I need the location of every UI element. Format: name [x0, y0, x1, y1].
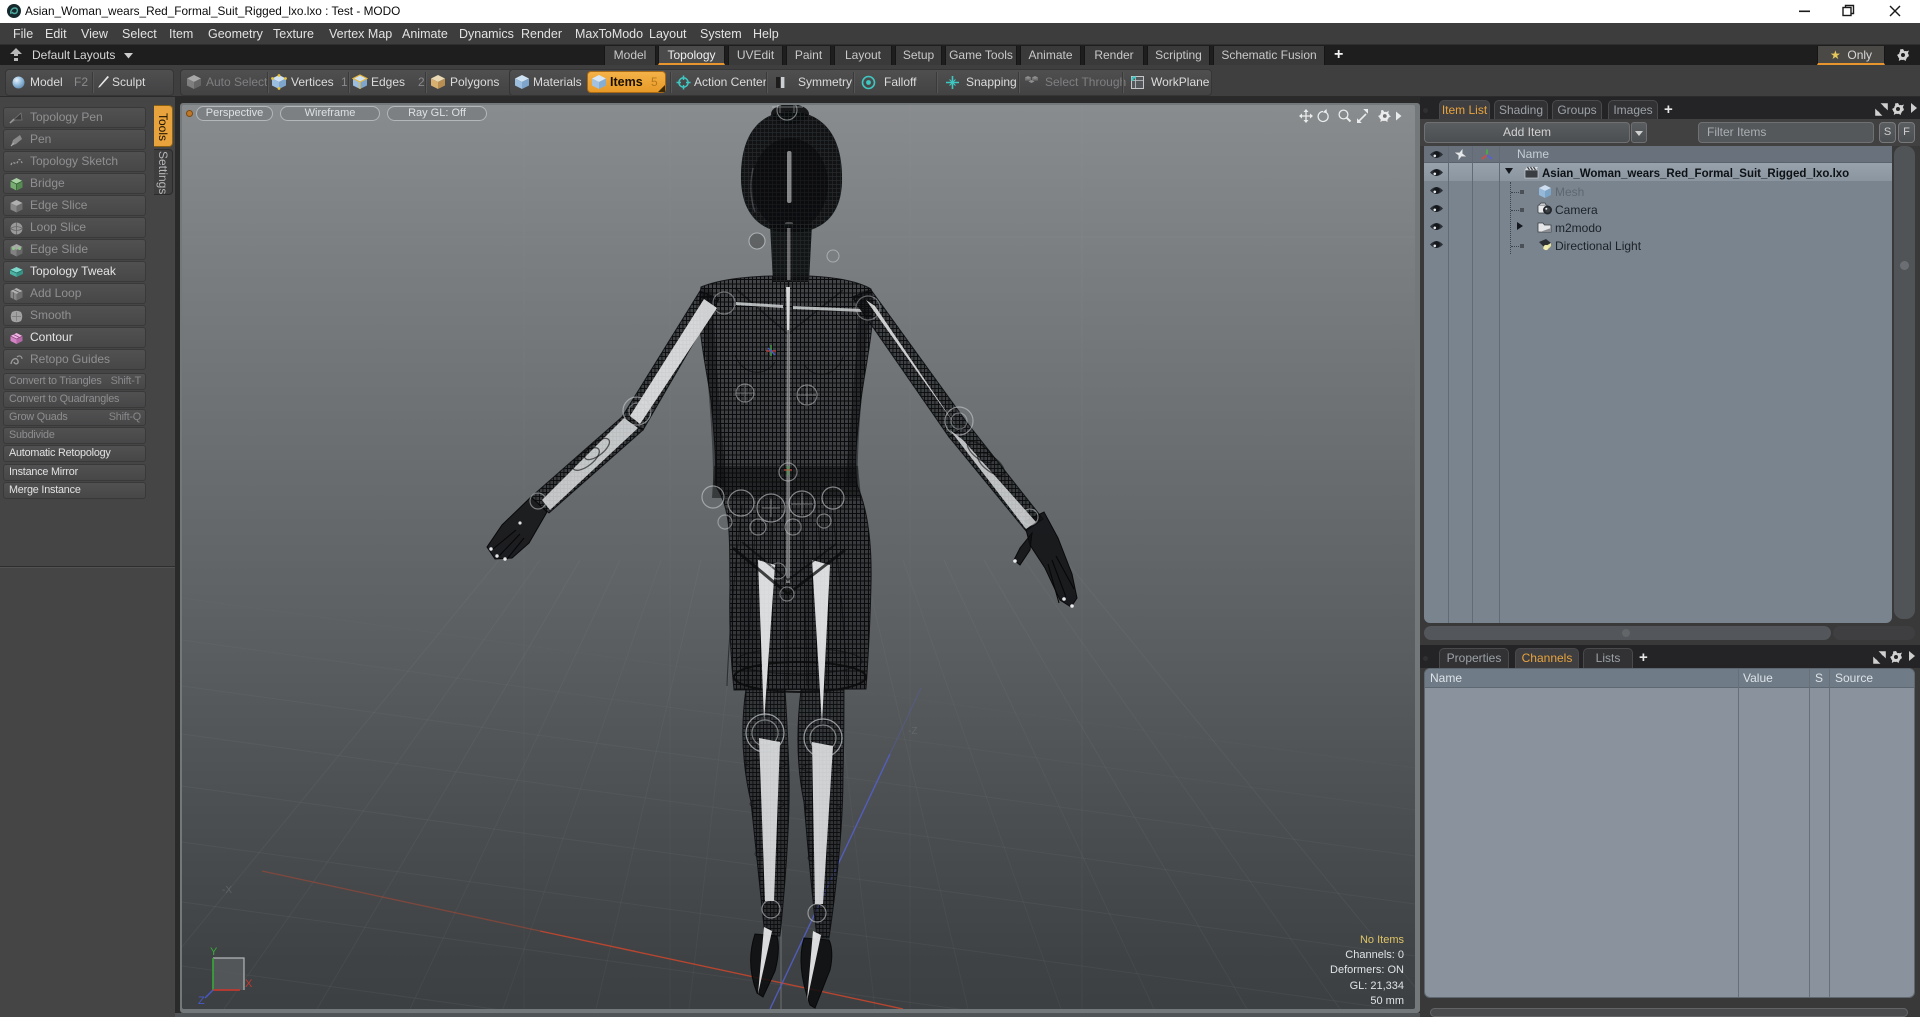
svg-text:-Z: -Z	[908, 726, 917, 737]
svg-text:Y: Y	[210, 946, 218, 958]
svg-text:X: X	[245, 978, 253, 990]
svg-text:Z: Z	[198, 995, 205, 1007]
svg-text:-X: -X	[222, 885, 232, 896]
